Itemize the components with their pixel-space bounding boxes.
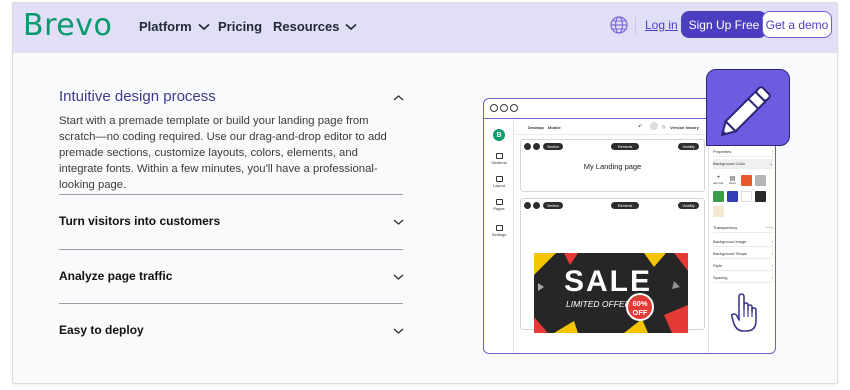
nav-platform-label: Platform xyxy=(139,19,192,34)
mockup-landing-title: My Landing page xyxy=(583,162,642,171)
login-link[interactable]: Log in xyxy=(645,18,678,32)
mockup-nav-settings: Settings xyxy=(487,225,511,237)
accordion-title[interactable]: Intuitive design process xyxy=(59,88,403,105)
mockup-nav-layout: Layout xyxy=(487,176,511,188)
brevo-b-icon: B xyxy=(493,129,505,141)
mockup-sidebar: B Sections Layout Pages Settings xyxy=(484,119,514,353)
nav-resources[interactable]: Resources xyxy=(273,19,358,34)
pencil-icon xyxy=(720,86,771,137)
window-dots xyxy=(490,104,518,112)
nav-platform[interactable]: Platform xyxy=(139,19,210,34)
accordion-item-open: Intuitive design process Start with a pr… xyxy=(59,88,403,193)
chevron-down-icon[interactable] xyxy=(393,273,404,281)
sale-banner: SALE LIMITED OFFER 60% OFF xyxy=(534,253,688,333)
nav-resources-label: Resources xyxy=(273,19,340,34)
divider xyxy=(59,303,403,304)
sale-subtitle: LIMITED OFFER xyxy=(566,299,631,309)
mockup-section-landing: Section Elements Visibility My Landing p… xyxy=(520,139,705,192)
chevron-down-icon[interactable] xyxy=(393,327,404,335)
signup-button[interactable]: Sign Up Free xyxy=(681,11,767,38)
mockup-nav-pages: Pages xyxy=(487,199,511,211)
chevron-down-icon xyxy=(198,23,210,30)
sale-badge: 60% OFF xyxy=(626,293,654,321)
brevo-logo[interactable]: Brevo xyxy=(23,8,112,43)
get-demo-button[interactable]: Get a demo xyxy=(762,11,832,38)
mockup-nav-sections: Sections xyxy=(487,153,511,165)
accordion-item-deploy[interactable]: Easy to deploy xyxy=(59,323,403,337)
page-frame: Brevo Platform Pricing Resources Log in … xyxy=(12,2,838,384)
chevron-down-icon[interactable] xyxy=(393,218,404,226)
accordion-body: Start with a premade template or build y… xyxy=(59,115,387,191)
pencil-badge xyxy=(706,69,790,146)
nav-pricing[interactable]: Pricing xyxy=(218,19,262,34)
top-navigation: Brevo Platform Pricing Resources Log in … xyxy=(13,3,837,53)
nav-divider xyxy=(635,17,636,35)
divider xyxy=(59,194,403,195)
chevron-down-icon xyxy=(345,23,358,30)
chevron-up-icon[interactable] xyxy=(393,94,404,102)
divider xyxy=(59,249,403,250)
accordion-item-visitors[interactable]: Turn visitors into customers xyxy=(59,214,403,228)
hand-cursor-icon xyxy=(731,293,757,332)
nav-pricing-label: Pricing xyxy=(218,19,263,34)
accordion-item-traffic[interactable]: Analyze page traffic xyxy=(59,269,403,283)
globe-icon[interactable] xyxy=(609,15,629,35)
